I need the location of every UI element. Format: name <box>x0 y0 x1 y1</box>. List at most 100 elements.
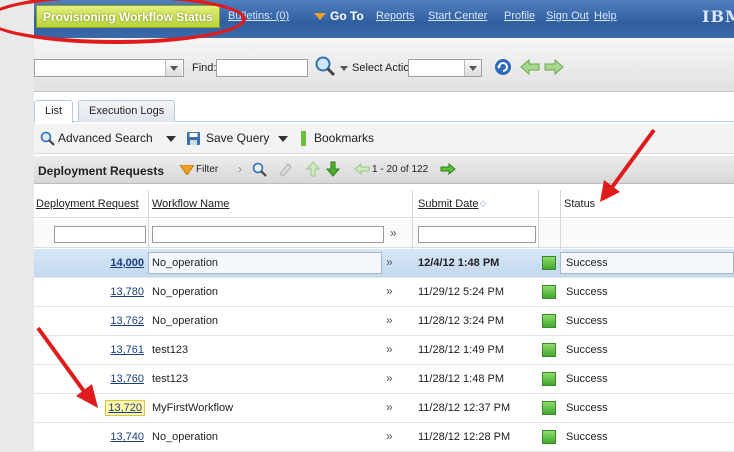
annotation-arrow-request <box>36 326 98 408</box>
submit-date: 11/28/12 1:49 PM <box>418 344 505 356</box>
column-submit-date[interactable]: Submit Date <box>418 198 479 210</box>
filter-row: » <box>34 220 734 248</box>
save-disk-icon <box>187 132 200 145</box>
save-query-chevron-icon[interactable] <box>278 136 288 142</box>
status-text: Success <box>566 431 608 443</box>
details-chevron-icon[interactable]: » <box>386 255 393 269</box>
find-label: Find: <box>192 62 217 74</box>
table-title: Deployment Requests <box>38 164 165 178</box>
paging-text: 1 - 20 of 122 <box>372 164 429 175</box>
chevron-down-icon <box>469 66 477 71</box>
details-chevron-icon[interactable]: » <box>386 429 393 443</box>
table-row[interactable]: 13,740 No_operation » 11/28/12 12:28 PM … <box>34 423 734 452</box>
profile-link[interactable]: Profile <box>504 10 535 22</box>
chevron-down-icon <box>170 66 178 71</box>
table-row[interactable]: 13,761 test123 » 11/28/12 1:49 PM Succes… <box>34 336 734 365</box>
details-chevron-icon[interactable]: » <box>386 342 393 356</box>
table-search-icon[interactable] <box>252 162 267 177</box>
submit-date: 12/4/12 1:48 PM <box>418 257 500 269</box>
details-chevron-icon[interactable]: » <box>386 313 393 327</box>
workflow-name: test123 <box>152 373 189 385</box>
success-status-icon <box>542 343 556 357</box>
column-workflow-name[interactable]: Workflow Name <box>152 198 229 210</box>
workflow-name: No_operation <box>152 431 219 443</box>
tab-execution-logs[interactable]: Execution Logs <box>78 100 176 122</box>
bookmark-icon <box>301 131 306 146</box>
reports-link[interactable]: Reports <box>376 10 415 22</box>
table-row[interactable]: 13,780 No_operation » 11/29/12 5:24 PM S… <box>34 278 734 307</box>
status-text: Success <box>566 315 608 327</box>
success-status-icon <box>542 314 556 328</box>
submit-date: 11/28/12 1:48 PM <box>418 373 505 385</box>
status-text: Success <box>566 286 608 298</box>
filter-button[interactable]: Filter <box>196 164 218 175</box>
status-text: Success <box>566 344 608 356</box>
refresh-icon[interactable] <box>494 58 512 76</box>
left-gutter <box>0 0 34 452</box>
advanced-search-chevron-icon[interactable] <box>166 136 176 142</box>
sort-up-icon[interactable] <box>306 161 320 177</box>
tab-strip: List Execution Logs <box>34 98 734 123</box>
column-status[interactable]: Status <box>564 198 595 210</box>
table-row[interactable]: 13,762 No_operation » 11/28/12 3:24 PM S… <box>34 307 734 336</box>
select-action-dropdown-button[interactable] <box>464 60 481 76</box>
column-deployment-request[interactable]: Deployment Request <box>36 198 139 210</box>
sort-descending-icon[interactable]: ⬦ <box>480 198 486 209</box>
download-arrow-icon[interactable] <box>326 161 340 177</box>
filter-request-input[interactable] <box>54 226 146 243</box>
goto-arrow-icon <box>314 13 326 21</box>
filter-expand-icon[interactable]: › <box>238 162 242 176</box>
tab-list[interactable]: List <box>34 100 74 123</box>
save-query-button[interactable]: Save Query <box>206 131 269 145</box>
previous-record-icon[interactable] <box>520 59 540 75</box>
submit-date: 11/29/12 5:24 PM <box>418 286 505 298</box>
advanced-search-button[interactable]: Advanced Search <box>58 131 153 145</box>
app-selector-dropdown-button[interactable] <box>165 60 182 76</box>
success-status-icon <box>542 285 556 299</box>
find-options-chevron-icon[interactable] <box>340 66 348 71</box>
bookmarks-button[interactable]: Bookmarks <box>314 131 374 145</box>
table-row[interactable]: 13,760 test123 » 11/28/12 1:48 PM Succes… <box>34 365 734 394</box>
select-action-label: Select Action <box>352 62 416 74</box>
goto-menu[interactable]: Go To <box>314 9 364 23</box>
workflow-name: test123 <box>152 344 189 356</box>
annotation-arrow-status <box>600 128 656 202</box>
success-status-icon <box>542 256 556 270</box>
status-text: Success <box>566 257 608 269</box>
submit-date: 11/28/12 12:28 PM <box>418 431 511 443</box>
page-previous-icon[interactable] <box>354 163 370 175</box>
filter-workflow-input[interactable] <box>152 226 384 243</box>
status-text: Success <box>566 402 608 414</box>
success-status-icon <box>542 372 556 386</box>
highlighted-id[interactable]: 13,720 <box>105 400 145 416</box>
details-chevron-icon[interactable]: » <box>386 284 393 298</box>
request-id-link[interactable]: 14,000 <box>34 257 144 269</box>
submit-date: 11/28/12 3:24 PM <box>418 315 505 327</box>
details-chevron-icon[interactable]: » <box>386 400 393 414</box>
ibm-logo: IBM <box>702 7 734 26</box>
next-record-icon[interactable] <box>544 59 564 75</box>
app-window: Provisioning Workflow Status Bulletins: … <box>34 0 734 452</box>
table-row[interactable]: 13,720 MyFirstWorkflow » 11/28/12 12:37 … <box>34 394 734 423</box>
help-link[interactable]: Help <box>594 10 617 22</box>
status-text: Success <box>566 373 608 385</box>
find-input[interactable] <box>216 59 308 77</box>
workflow-name: MyFirstWorkflow <box>152 402 234 414</box>
page-next-icon[interactable] <box>440 163 456 175</box>
request-id-link[interactable]: 13,740 <box>34 431 144 443</box>
advanced-search-icon <box>40 131 55 146</box>
toolbar: Find: Select Action <box>34 38 734 92</box>
search-icon[interactable] <box>314 55 336 77</box>
request-id-link[interactable]: 13,780 <box>34 286 144 298</box>
start-center-link[interactable]: Start Center <box>428 10 487 22</box>
workflow-name: No_operation <box>152 257 219 269</box>
submit-date: 11/28/12 12:37 PM <box>418 402 511 414</box>
filter-chevron-icon[interactable]: » <box>390 226 397 240</box>
table-row[interactable]: 14,000 No_operation » 12/4/12 1:48 PM Su… <box>34 249 734 278</box>
filter-date-input[interactable] <box>418 226 536 243</box>
sign-out-link[interactable]: Sign Out <box>546 10 589 22</box>
details-chevron-icon[interactable]: » <box>386 371 393 385</box>
app-selector[interactable] <box>34 59 184 77</box>
filter-icon <box>180 165 194 175</box>
clear-filter-eraser-icon[interactable] <box>278 162 293 177</box>
